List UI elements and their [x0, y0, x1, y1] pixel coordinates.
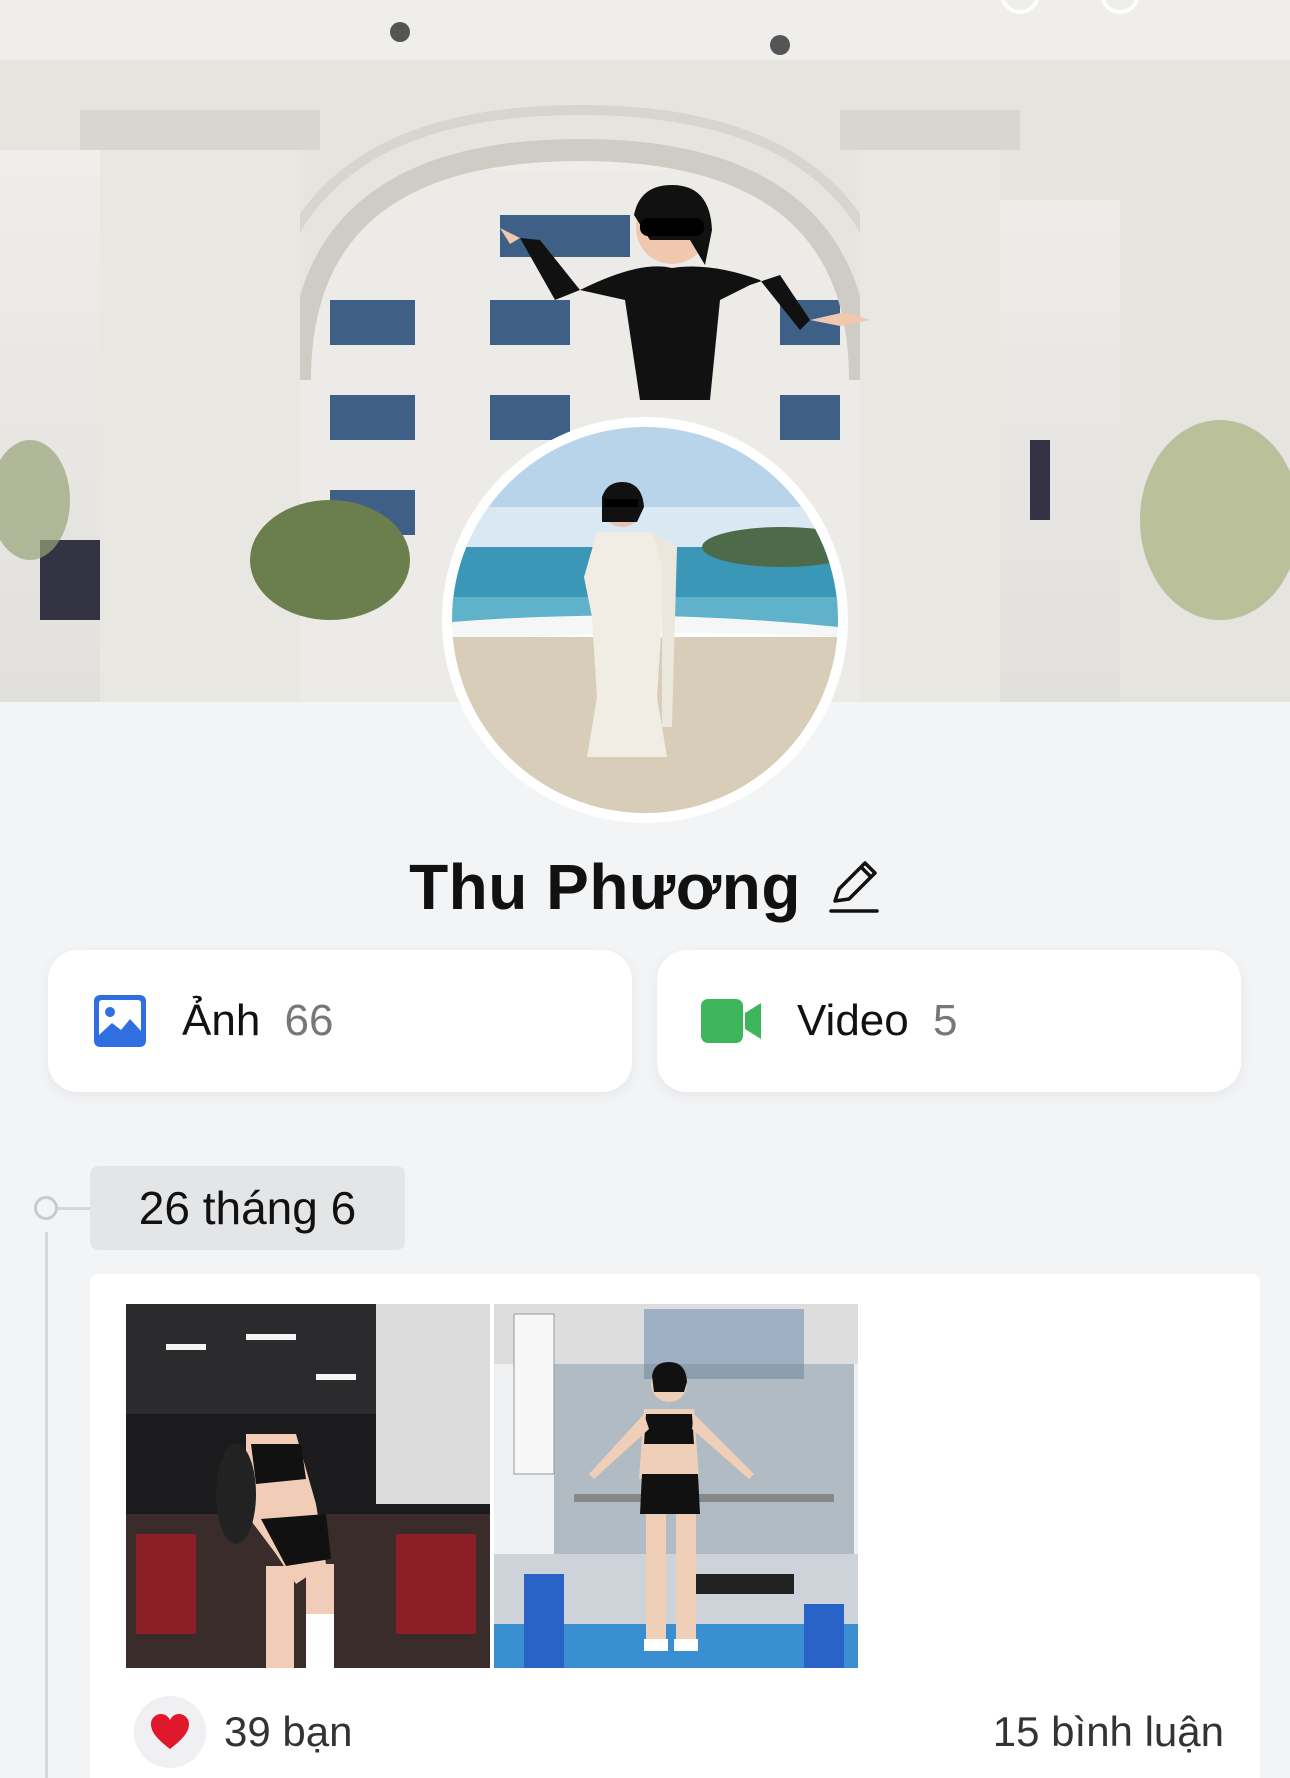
- comments-count[interactable]: 15 bình luận: [993, 1708, 1224, 1756]
- timeline-date: 26 tháng 6: [90, 1166, 405, 1250]
- post-reactions-row: 39 bạn 15 bình luận: [134, 1692, 1224, 1772]
- photos-count: 66: [284, 996, 334, 1045]
- post-card[interactable]: 39 bạn 15 bình luận: [90, 1274, 1260, 1778]
- videos-count: 5: [932, 996, 958, 1045]
- pencil-icon[interactable]: [825, 857, 881, 917]
- avatar-photo: [452, 427, 838, 813]
- videos-button[interactable]: Video 5: [657, 950, 1241, 1092]
- reaction-badge[interactable]: [134, 1696, 206, 1768]
- profile-page: Thu Phương Ảnh 66 Video 5 26 tháng 6 39 …: [0, 0, 1290, 1778]
- avatar[interactable]: [442, 417, 848, 823]
- cover-top-icons: [1000, 0, 1140, 14]
- photos-button[interactable]: Ảnh 66: [48, 950, 632, 1092]
- image-icon: [94, 995, 146, 1047]
- post-photo-1[interactable]: [126, 1304, 490, 1668]
- camera-icon[interactable]: [1000, 0, 1040, 14]
- video-camera-icon: [701, 999, 761, 1043]
- timeline-line: [45, 1232, 48, 1778]
- timeline-connector: [58, 1207, 90, 1210]
- photos-label: Ảnh: [182, 996, 261, 1045]
- heart-icon: [151, 1714, 189, 1749]
- reactions-count[interactable]: 39 bạn: [224, 1708, 352, 1756]
- settings-icon[interactable]: [1100, 0, 1140, 14]
- videos-label: Video: [797, 996, 909, 1045]
- post-photo-2[interactable]: [494, 1304, 858, 1668]
- timeline-dot: [34, 1196, 58, 1220]
- profile-name-row: Thu Phương: [0, 850, 1290, 924]
- profile-name: Thu Phương: [409, 851, 801, 923]
